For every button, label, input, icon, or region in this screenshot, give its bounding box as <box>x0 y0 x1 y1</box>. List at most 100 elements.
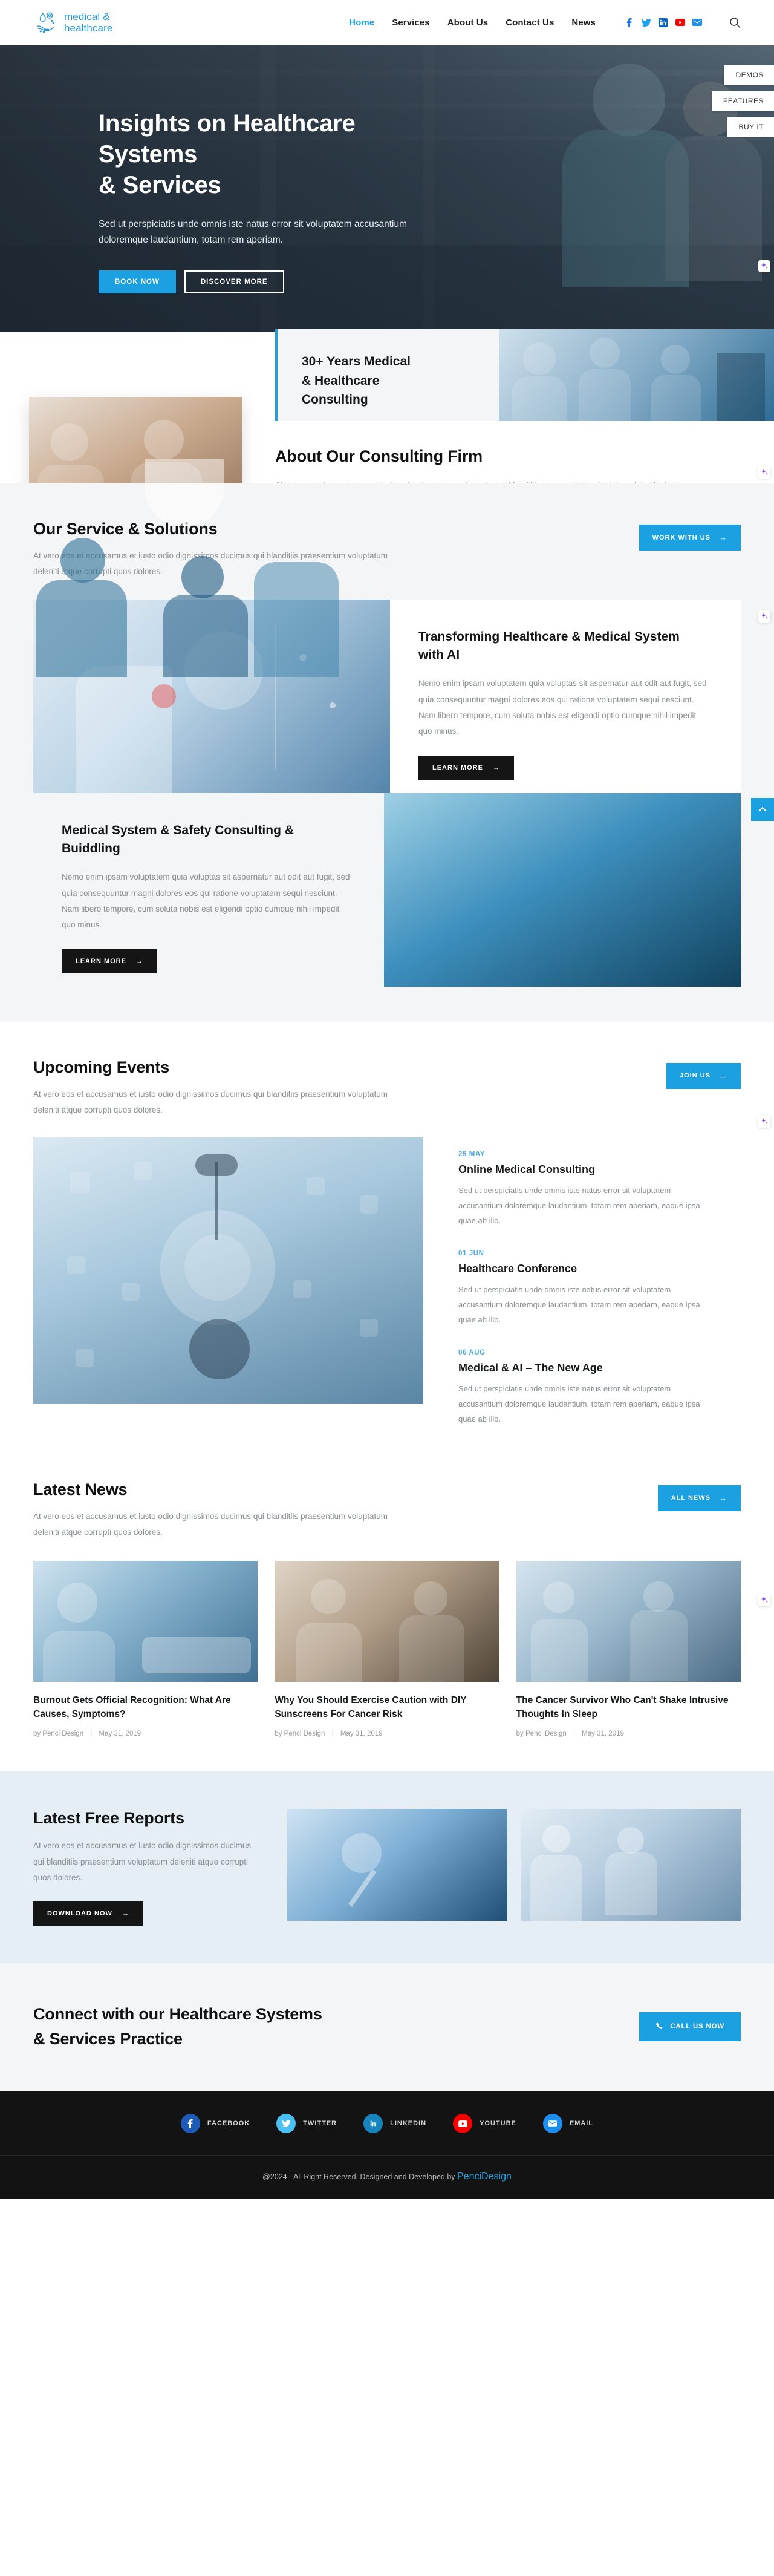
site-footer: FACEBOOK TWITTER LINKEDIN YOUTUBE EMAIL … <box>0 2091 774 2200</box>
news-section: Latest News At vero eos et accusamus et … <box>0 1462 774 1772</box>
reports-images <box>287 1809 741 1921</box>
scroll-to-top-button[interactable] <box>751 798 774 821</box>
reports-title: Latest Free Reports <box>33 1809 184 1828</box>
events-cta-wrap: JOIN US → <box>666 1062 741 1089</box>
nav-item-home[interactable]: Home <box>349 18 374 28</box>
event-item[interactable]: 06 AUG Medical & AI – The New Age Sed ut… <box>458 1349 741 1427</box>
linkedin-icon[interactable] <box>658 18 668 28</box>
event-paragraph: Sed ut perspiciatis unde omnis iste natu… <box>458 1186 700 1226</box>
news-card-meta: by Penci Design | May 31, 2019 <box>516 1730 741 1737</box>
facebook-icon[interactable] <box>624 18 634 28</box>
about-badge-line-2: & Healthcare <box>302 373 380 388</box>
service-1-learn-more-button[interactable]: LEARN MORE → <box>418 755 514 780</box>
reports-body: Latest Free Reports At vero eos et accus… <box>33 1771 741 1963</box>
news-meta-separator: | <box>90 1730 93 1738</box>
news-card[interactable]: Why You Should Exercise Caution with DIY… <box>275 1561 499 1737</box>
side-tab-demos[interactable]: DEMOS <box>724 65 774 85</box>
footer-social-linkedin[interactable]: LINKEDIN <box>363 2114 427 2134</box>
footer-social-youtube[interactable]: YOUTUBE <box>453 2114 516 2134</box>
event-item[interactable]: 25 MAY Online Medical Consulting Sed ut … <box>458 1151 741 1229</box>
search-icon[interactable] <box>729 17 741 28</box>
news-title: Latest News <box>33 1480 128 1499</box>
reports-copy: Latest Free Reports At vero eos et accus… <box>33 1809 287 1926</box>
sparkle-icon-services[interactable] <box>758 610 770 623</box>
service-2-image <box>36 459 741 987</box>
event-paragraph: Sed ut perspiciatis unde omnis iste natu… <box>458 1285 700 1324</box>
footer-social-facebook[interactable]: FACEBOOK <box>180 2114 250 2134</box>
arrow-right-icon: → <box>135 957 143 965</box>
event-title: Medical & AI – The New Age <box>458 1361 603 1374</box>
about-badge-line-3: Consulting <box>302 393 368 407</box>
logo-text: medical & healthcare <box>64 11 112 34</box>
news-card[interactable]: The Cancer Survivor Who Can't Shake Intr… <box>516 1561 741 1737</box>
discover-more-button[interactable]: DISCOVER MORE <box>184 270 284 293</box>
book-now-button[interactable]: BOOK NOW <box>99 270 176 293</box>
logo-line-2: healthcare <box>64 22 113 34</box>
news-thumbnail <box>275 1561 499 1682</box>
facebook-icon <box>180 2114 200 2134</box>
hero-paragraph: Sed ut perspiciatis unde omnis iste natu… <box>99 218 408 246</box>
download-now-label: DOWNLOAD NOW <box>47 1910 112 1918</box>
news-card-author: by Penci Design <box>516 1730 567 1738</box>
side-tab-features[interactable]: FEATURES <box>711 91 774 111</box>
nav-item-news[interactable]: News <box>571 18 596 28</box>
about-badge-card: 30+ Years Medical & Healthcare Consultin… <box>275 329 499 421</box>
download-now-button[interactable]: DOWNLOAD NOW → <box>33 1901 143 1926</box>
service-1-learn-more-label: LEARN MORE <box>432 763 483 771</box>
services-section: Our Service & Solutions At vero eos et a… <box>0 459 774 1022</box>
email-icon <box>542 2114 562 2134</box>
nav-item-about-us[interactable]: About Us <box>447 18 488 28</box>
join-us-label: JOIN US <box>679 1072 711 1080</box>
hero-content: Insights on Healthcare Systems & Service… <box>0 45 460 293</box>
sparkle-icon-news[interactable] <box>758 1594 770 1606</box>
call-us-now-button[interactable]: CALL US NOW <box>639 2012 741 2041</box>
connect-title-line-2: & Services Practice <box>33 2029 183 2048</box>
service-2-learn-more-button[interactable]: LEARN MORE → <box>62 949 157 973</box>
site-logo[interactable]: medical & healthcare <box>33 10 112 35</box>
footer-social-email[interactable]: EMAIL <box>542 2114 594 2134</box>
footer-social-label: EMAIL <box>569 2120 594 2128</box>
service-1-title: Transforming Healthcare & Medical System… <box>418 629 680 662</box>
news-paragraph: At vero eos et accusamus et iusto odio d… <box>33 1511 388 1537</box>
arrow-right-icon: → <box>122 1910 129 1918</box>
event-date: 01 JUN <box>458 1250 484 1258</box>
service-2-learn-more-label: LEARN MORE <box>76 957 126 965</box>
main-nav: Home Services About Us Contact Us News <box>349 17 741 28</box>
about-title: About Our Consulting Firm <box>275 447 483 465</box>
nav-item-contact-us[interactable]: Contact Us <box>506 18 554 28</box>
side-tab-buy-it[interactable]: BUY IT <box>727 117 774 137</box>
footer-social-label: FACEBOOK <box>207 2120 250 2128</box>
site-header: medical & healthcare Home Services About… <box>0 0 774 45</box>
work-with-us-button[interactable]: WORK WITH US → <box>639 525 741 551</box>
event-item[interactable]: 01 JUN Healthcare Conference Sed ut pers… <box>458 1250 741 1328</box>
footer-social-list: FACEBOOK TWITTER LINKEDIN YOUTUBE EMAIL <box>0 2114 774 2155</box>
services-title: Our Service & Solutions <box>33 520 218 538</box>
events-image <box>33 1137 423 1404</box>
join-us-button[interactable]: JOIN US → <box>666 1062 741 1089</box>
email-icon[interactable] <box>692 18 702 28</box>
news-card-author: by Penci Design <box>275 1730 325 1738</box>
footer-copyright-bar: @2024 - All Right Reserved. Designed and… <box>0 2155 774 2199</box>
service-2-title: Medical System & Safety Consulting & Bui… <box>62 823 294 856</box>
sparkle-icon-hero[interactable] <box>758 260 770 272</box>
arrow-right-icon: → <box>719 1071 727 1080</box>
footer-social-label: LINKEDIN <box>390 2120 427 2128</box>
sparkle-icon-about[interactable] <box>758 466 770 479</box>
nav-item-services[interactable]: Services <box>392 18 430 28</box>
news-grid: Burnout Gets Official Recognition: What … <box>33 1561 741 1771</box>
all-news-button[interactable]: ALL NEWS → <box>657 1485 741 1511</box>
footer-social-twitter[interactable]: TWITTER <box>276 2114 337 2134</box>
services-cta-wrap: WORK WITH US → <box>639 525 741 551</box>
news-card[interactable]: Burnout Gets Official Recognition: What … <box>33 1561 258 1737</box>
footer-social-label: YOUTUBE <box>480 2120 516 2128</box>
news-thumbnail <box>33 1561 258 1682</box>
twitter-icon[interactable] <box>641 18 651 28</box>
sparkle-icon-events[interactable] <box>758 1115 770 1128</box>
call-us-now-label: CALL US NOW <box>670 2022 724 2030</box>
hero-title: Insights on Healthcare Systems & Service… <box>99 108 460 201</box>
header-social-links <box>624 18 702 28</box>
service-item-2: Medical System & Safety Consulting & Bui… <box>33 459 741 998</box>
footer-credit-link[interactable]: PenciDesign <box>457 2171 512 2182</box>
youtube-icon[interactable] <box>675 18 685 28</box>
connect-section: Connect with our Healthcare Systems & Se… <box>0 1963 774 2091</box>
